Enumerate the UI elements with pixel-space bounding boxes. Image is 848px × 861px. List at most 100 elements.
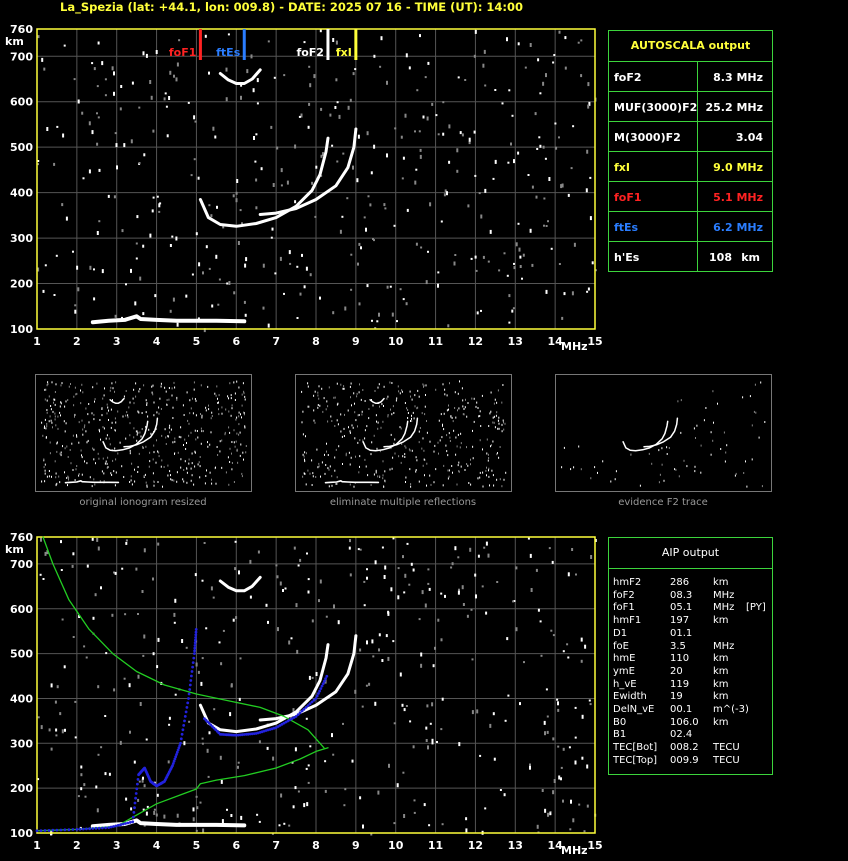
- thumb-speck: [55, 383, 57, 386]
- noise-speck: [142, 244, 145, 248]
- model-point: [193, 652, 196, 655]
- noise-speck: [96, 142, 99, 146]
- thumb-speck: [156, 411, 158, 414]
- thumb-speck: [479, 476, 481, 479]
- thumb-speck: [155, 461, 157, 464]
- thumb-speck: [85, 407, 87, 410]
- thumb-speck: [219, 450, 221, 453]
- noise-speck: [558, 136, 560, 139]
- thumb-speck: [59, 452, 61, 455]
- noise-speck: [56, 125, 59, 128]
- thumb-speck: [760, 381, 762, 384]
- thumb-speck: [241, 404, 243, 407]
- thumb-f2-trace: [555, 374, 772, 492]
- noise-speck: [237, 765, 239, 769]
- thumb-speck: [76, 434, 77, 437]
- noise-speck: [381, 659, 384, 662]
- thumb-speck: [54, 391, 56, 393]
- thumb-speck: [405, 446, 407, 449]
- thumb-speck: [111, 421, 113, 424]
- noise-speck: [91, 537, 94, 541]
- thumb-speck: [355, 455, 356, 458]
- aip-value: 19: [670, 691, 683, 703]
- noise-speck: [425, 726, 428, 730]
- noise-speck: [384, 207, 387, 210]
- thumb-speck: [186, 471, 188, 474]
- noise-speck: [77, 99, 80, 104]
- noise-speck: [279, 581, 282, 586]
- noise-speck: [88, 121, 91, 126]
- thumb-speck: [340, 383, 342, 386]
- thumb-speck: [48, 470, 50, 472]
- thumb-speck: [243, 458, 244, 461]
- thumb-speck: [46, 399, 48, 402]
- model-point: [67, 828, 71, 832]
- thumb-speck: [447, 454, 449, 457]
- thumb-speck: [218, 394, 220, 397]
- thumb-speck: [678, 475, 680, 478]
- thumb-speck: [231, 441, 233, 443]
- noise-speck: [76, 265, 79, 270]
- autoscala-value: 5.1 MHz: [713, 191, 763, 204]
- noise-speck: [169, 244, 172, 247]
- thumb-speck: [467, 402, 469, 404]
- thumb-speck: [336, 476, 338, 479]
- thumb-speck: [384, 479, 386, 482]
- thumb-speck: [80, 449, 82, 452]
- y-axis-label: km: [5, 35, 24, 48]
- noise-speck: [44, 551, 47, 556]
- thumb-multiple-image: [301, 380, 507, 488]
- noise-speck: [153, 810, 156, 815]
- noise-speck: [331, 733, 333, 738]
- thumb-speck: [114, 429, 116, 431]
- noise-speck: [524, 66, 527, 69]
- thumb-speck: [666, 446, 668, 449]
- noise-speck: [236, 179, 239, 183]
- thumb-speck: [384, 470, 386, 473]
- noise-speck: [72, 250, 74, 253]
- thumb-speck: [187, 419, 189, 422]
- noise-speck: [406, 542, 409, 545]
- thumb-speck: [321, 461, 323, 464]
- autoscala-title: AUTOSCALA output: [630, 39, 751, 52]
- thumb-speck: [133, 388, 135, 391]
- thumb-speck: [460, 432, 462, 435]
- thumb-speck: [44, 388, 46, 391]
- thumb-speck: [694, 470, 696, 473]
- thumb-speck: [197, 463, 199, 466]
- thumb-speck: [683, 459, 685, 462]
- autoscala-label: foF2: [614, 71, 642, 84]
- noise-speck: [136, 215, 139, 219]
- model-point: [101, 826, 104, 830]
- thumb-speck: [199, 476, 201, 479]
- noise-speck: [483, 49, 486, 54]
- noise-speck: [416, 89, 419, 92]
- noise-speck: [420, 246, 423, 249]
- thumb-speck: [761, 485, 763, 488]
- noise-speck: [377, 790, 380, 795]
- model-point: [51, 828, 55, 832]
- thumb-speck: [305, 435, 306, 438]
- thumb-speck: [448, 475, 450, 478]
- noise-speck: [125, 797, 128, 801]
- thumb-speck: [236, 380, 238, 383]
- noise-speck: [256, 813, 259, 816]
- thumb-speck: [52, 426, 53, 429]
- thumb-speck: [421, 412, 423, 415]
- noise-speck: [365, 227, 367, 232]
- noise-speck: [74, 700, 77, 703]
- noise-speck: [359, 648, 362, 652]
- noise-speck: [504, 719, 507, 722]
- thumb-speck: [188, 458, 190, 461]
- thumb-speck: [493, 484, 495, 487]
- noise-speck: [399, 288, 402, 291]
- aip-param: foF2: [613, 589, 635, 601]
- noise-speck: [194, 120, 197, 123]
- autoscala-row-fxi: fxI 9.0 MHz: [609, 151, 772, 182]
- noise-speck: [458, 742, 461, 747]
- y-tick-label: 300: [10, 232, 33, 245]
- thumb-speck: [345, 452, 347, 455]
- noise-speck: [77, 287, 80, 292]
- noise-speck: [561, 316, 564, 320]
- thumb-speck: [411, 420, 413, 422]
